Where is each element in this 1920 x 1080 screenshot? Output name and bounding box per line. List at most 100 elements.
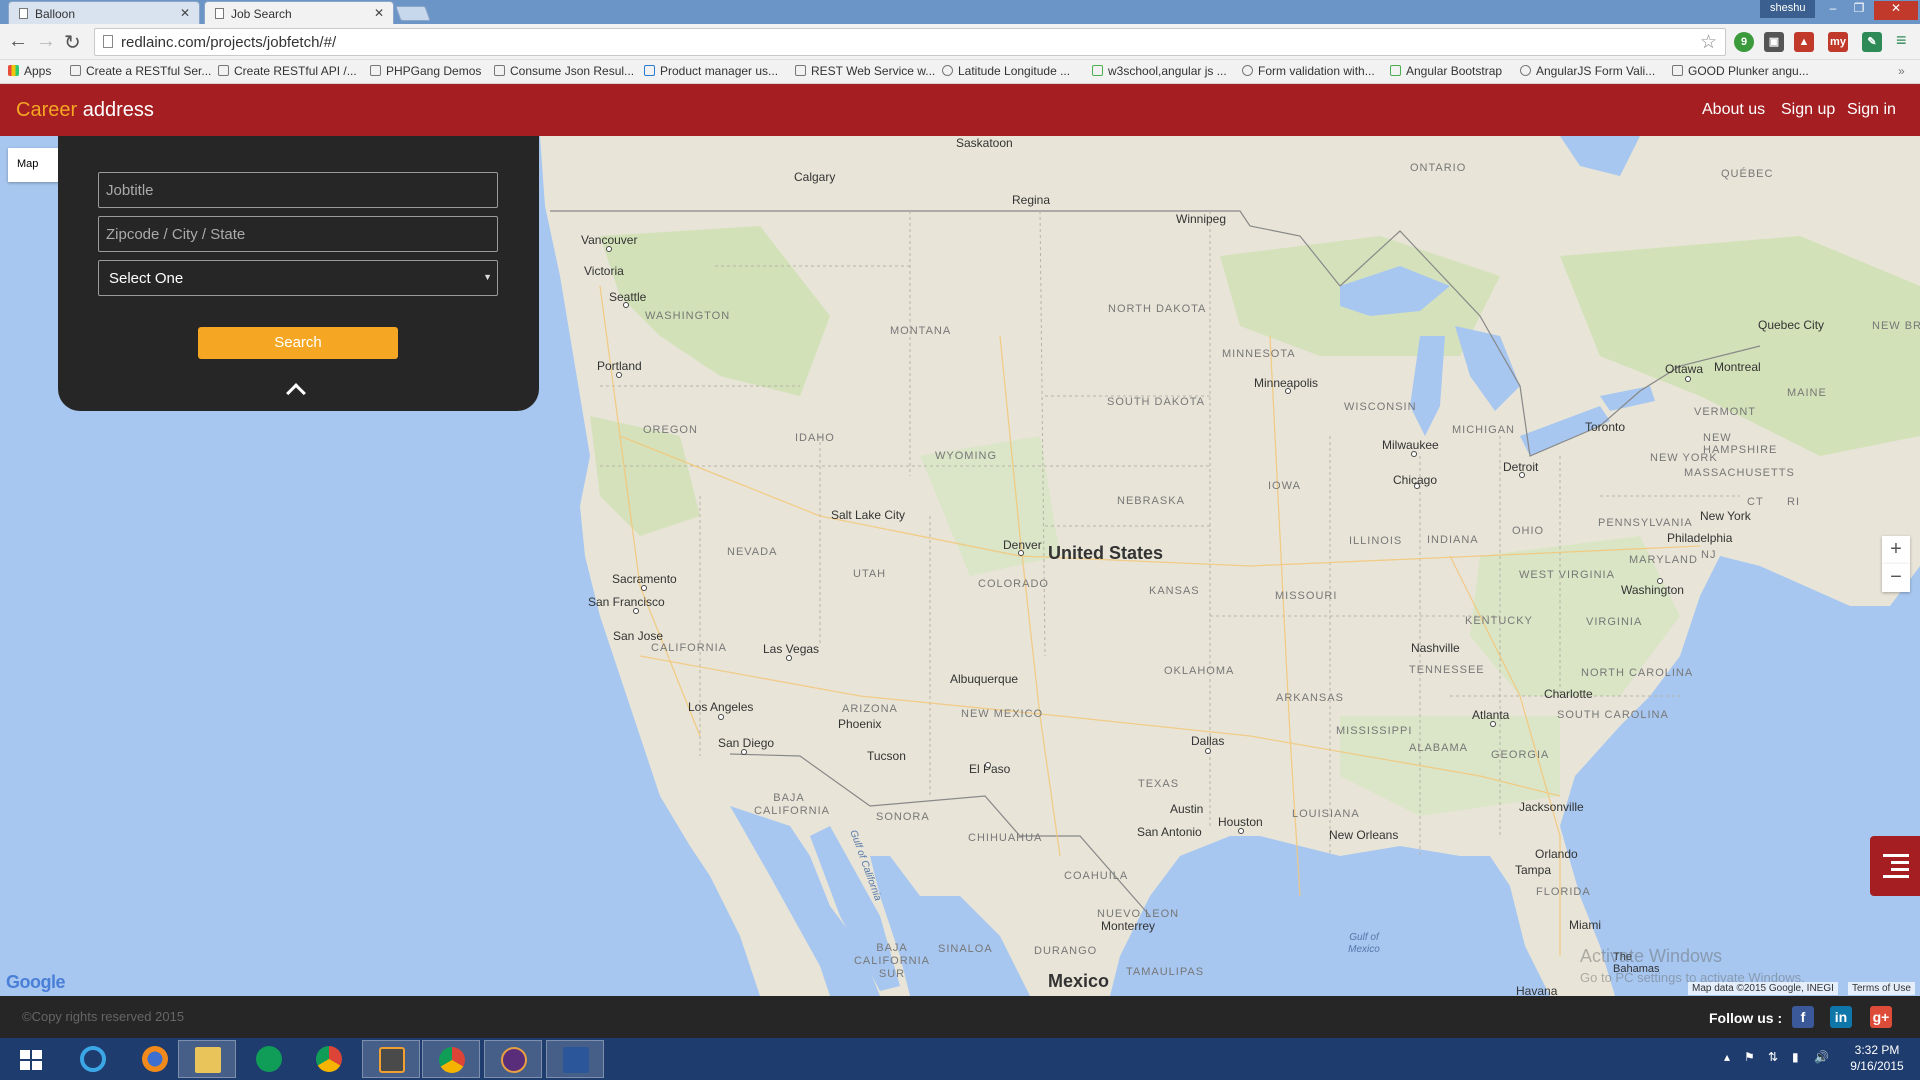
sidebar-toggle-button[interactable]: [1870, 836, 1920, 896]
bookmark-item[interactable]: REST Web Service w...: [795, 64, 935, 78]
volume-icon[interactable]: 🔊: [1814, 1050, 1829, 1064]
bookmark-item[interactable]: w3school,angular js ...: [1092, 64, 1227, 78]
extension-icon[interactable]: ▲: [1794, 32, 1814, 52]
close-window-icon[interactable]: ✕: [1874, 1, 1918, 20]
map-label-state: OREGON: [643, 424, 698, 436]
bookmark-apps[interactable]: Apps: [8, 64, 51, 78]
taskbar-hangouts[interactable]: [240, 1040, 298, 1078]
map-label-state: MISSISSIPPI: [1336, 725, 1413, 737]
bookmark-item[interactable]: PHPGang Demos: [370, 64, 481, 78]
map-label-state: LOUISIANA: [1292, 808, 1360, 820]
map-label-state: NEW MEXICO: [961, 708, 1044, 720]
map-label-city: Salt Lake City: [831, 508, 906, 522]
map-label-water: Gulf of Mexico: [1348, 932, 1380, 955]
map-label-city: Orlando: [1535, 847, 1578, 861]
search-panel: Select One ▼ Search: [58, 136, 539, 411]
map-label-city: Houston: [1218, 815, 1263, 829]
map-type-button[interactable]: Map: [8, 148, 60, 182]
google-plus-icon[interactable]: g+: [1870, 1006, 1892, 1028]
system-clock[interactable]: 3:32 PM 9/16/2015: [1840, 1042, 1914, 1074]
bookmarks-bar: Apps Create a RESTful Ser... Create REST…: [0, 60, 1920, 84]
bookmark-item[interactable]: Form validation with...: [1242, 64, 1375, 78]
jobtitle-input[interactable]: [98, 172, 498, 208]
extension-icon[interactable]: my: [1828, 32, 1848, 52]
bookmark-item[interactable]: GOOD Plunker angu...: [1672, 64, 1809, 78]
close-tab-icon[interactable]: ✕: [180, 6, 190, 20]
taskbar-explorer[interactable]: [178, 1040, 236, 1078]
new-tab-button[interactable]: [395, 6, 431, 21]
map-label-state: ARIZONA: [842, 703, 898, 715]
linkedin-icon[interactable]: in: [1830, 1006, 1852, 1028]
map-label-state: OKLAHOMA: [1164, 665, 1235, 677]
bookmark-item[interactable]: Latitude Longitude ...: [942, 64, 1070, 78]
city-marker: [623, 302, 629, 308]
clock-date: 9/16/2015: [1850, 1059, 1904, 1073]
tab-balloon[interactable]: Balloon ✕: [8, 1, 200, 24]
brand-logo[interactable]: Career address: [16, 99, 154, 122]
map-label-state: FLORIDA: [1536, 886, 1591, 898]
map-label-state: MASSACHUSETTS: [1684, 467, 1795, 479]
show-hidden-icons[interactable]: ▴: [1724, 1050, 1730, 1064]
restore-icon[interactable]: ❐: [1846, 1, 1872, 15]
taskbar-firefox[interactable]: [126, 1040, 184, 1078]
network-icon[interactable]: ⇅: [1768, 1050, 1778, 1064]
extension-icon[interactable]: ✎: [1862, 32, 1882, 52]
taskbar-chrome-active[interactable]: [422, 1040, 480, 1078]
taskbar-word[interactable]: [546, 1040, 604, 1078]
minimize-icon[interactable]: –: [1820, 1, 1846, 15]
collapse-panel-icon[interactable]: [286, 383, 306, 403]
taskbar-ie[interactable]: [64, 1040, 122, 1078]
page-icon: [1242, 65, 1253, 76]
map-label-state: WYOMING: [935, 450, 997, 462]
bookmark-item[interactable]: Angular Bootstrap: [1390, 64, 1502, 78]
bookmark-star-icon[interactable]: ☆: [1700, 31, 1717, 54]
zoom-out-button[interactable]: −: [1882, 564, 1910, 592]
map-label-state: ARKANSAS: [1276, 692, 1344, 704]
taskbar-java-ee[interactable]: [484, 1040, 542, 1078]
page-footer: ©Copy rights reserved 2015 Follow us : f…: [0, 996, 1920, 1038]
taskbar-chrome[interactable]: [300, 1040, 358, 1078]
city-marker: [1285, 388, 1291, 394]
forward-icon[interactable]: →: [36, 30, 56, 53]
profile-badge[interactable]: sheshu: [1760, 0, 1816, 18]
map-label-state: WISCONSIN: [1344, 401, 1417, 413]
close-tab-icon[interactable]: ✕: [374, 6, 384, 20]
map-label-city: Albuquerque: [950, 672, 1019, 686]
map-label-state: MONTANA: [890, 325, 952, 337]
map-label-city: Milwaukee: [1382, 438, 1439, 452]
location-input[interactable]: [98, 216, 498, 252]
map-label-country: United States: [1048, 543, 1164, 563]
signal-icon[interactable]: ▮: [1792, 1050, 1799, 1064]
facebook-icon[interactable]: f: [1792, 1006, 1814, 1028]
map-label-city: Quebec City: [1758, 318, 1825, 332]
bookmark-item[interactable]: AngularJS Form Vali...: [1520, 64, 1655, 78]
map-label-state: ALABAMA: [1409, 742, 1468, 754]
back-icon[interactable]: ←: [8, 30, 28, 53]
bookmarks-overflow-icon[interactable]: »: [1898, 64, 1905, 78]
address-bar[interactable]: redlainc.com/projects/jobfetch/#/ ☆: [94, 28, 1726, 56]
flag-icon[interactable]: ⚑: [1744, 1050, 1755, 1064]
nav-sign-in[interactable]: Sign in: [1847, 101, 1896, 119]
map-label-city: Montreal: [1714, 360, 1761, 374]
map-label-state: CALIFORNIA: [651, 642, 728, 654]
map-label-city: Havana: [1516, 984, 1558, 996]
category-select[interactable]: Select One ▼: [98, 260, 498, 296]
tab-job-search[interactable]: Job Search ✕: [204, 1, 394, 24]
start-button[interactable]: [4, 1040, 62, 1078]
terms-link[interactable]: Terms of Use: [1848, 982, 1915, 995]
google-logo[interactable]: Google: [6, 972, 66, 993]
bookmark-item[interactable]: Create RESTful API /...: [218, 64, 357, 78]
nav-about-us[interactable]: About us: [1702, 101, 1765, 119]
search-button[interactable]: Search: [198, 327, 398, 359]
extension-icon[interactable]: 9: [1734, 32, 1754, 52]
bookmark-item[interactable]: Create a RESTful Ser...: [70, 64, 211, 78]
extension-icon[interactable]: ▣: [1764, 32, 1784, 52]
bookmark-item[interactable]: Product manager us...: [644, 64, 778, 78]
menu-icon[interactable]: ≡: [1896, 30, 1907, 51]
zoom-in-button[interactable]: +: [1882, 536, 1910, 564]
reload-icon[interactable]: ↻: [64, 30, 81, 55]
nav-sign-up[interactable]: Sign up: [1781, 101, 1835, 119]
map-label-state: NEBRASKA: [1117, 495, 1185, 507]
taskbar-sublime[interactable]: [362, 1040, 420, 1078]
bookmark-item[interactable]: Consume Json Resul...: [494, 64, 634, 78]
